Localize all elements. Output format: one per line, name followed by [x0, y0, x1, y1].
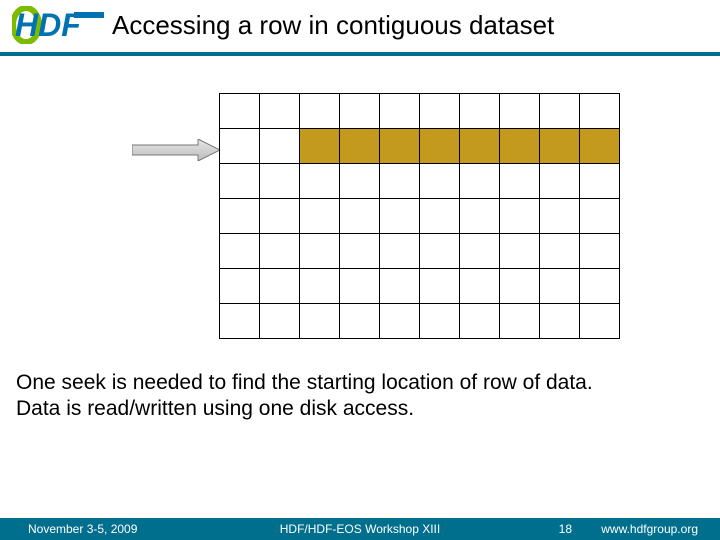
- grid-cell: [339, 233, 380, 269]
- grid-cell: [219, 233, 260, 269]
- grid-cell: [499, 128, 540, 164]
- grid-cell: [539, 93, 580, 129]
- header: HDF Accessing a row in contiguous datase…: [0, 0, 720, 60]
- dataset-grid: [220, 94, 620, 339]
- grid-cell: [299, 268, 340, 304]
- grid-cell: [339, 93, 380, 129]
- grid-cell: [419, 128, 460, 164]
- arrow-icon: [132, 139, 220, 166]
- footer-url: www.hdfgroup.org: [601, 522, 698, 536]
- grid-cell: [299, 93, 340, 129]
- grid-cell: [499, 303, 540, 339]
- grid-cell: [219, 163, 260, 199]
- grid-cell: [219, 198, 260, 234]
- grid-cell: [299, 128, 340, 164]
- grid-cell: [339, 268, 380, 304]
- grid-cell: [539, 163, 580, 199]
- grid-cell: [219, 303, 260, 339]
- grid-cell: [459, 303, 500, 339]
- body-text: One seek is needed to find the starting …: [16, 370, 704, 423]
- grid-cell: [499, 268, 540, 304]
- grid-cell: [379, 128, 420, 164]
- grid-cell: [579, 128, 620, 164]
- grid-cell: [539, 198, 580, 234]
- grid-cell: [579, 93, 620, 129]
- grid-cell: [459, 233, 500, 269]
- grid-cell: [379, 268, 420, 304]
- grid-cell: [339, 128, 380, 164]
- grid-cell: [259, 163, 300, 199]
- grid-cell: [539, 233, 580, 269]
- grid-cell: [219, 268, 260, 304]
- grid-cell: [259, 93, 300, 129]
- grid-cell: [499, 233, 540, 269]
- header-divider: [0, 52, 720, 56]
- grid-cell: [339, 163, 380, 199]
- grid-cell: [379, 198, 420, 234]
- grid-cell: [499, 198, 540, 234]
- grid-cell: [299, 303, 340, 339]
- grid-cell: [579, 233, 620, 269]
- grid-cell: [579, 198, 620, 234]
- grid-cell: [299, 233, 340, 269]
- grid-cell: [379, 303, 420, 339]
- grid-cell: [459, 163, 500, 199]
- grid-cell: [459, 128, 500, 164]
- grid-cell: [579, 268, 620, 304]
- grid-cell: [419, 163, 460, 199]
- grid-cell: [219, 93, 260, 129]
- grid-cell: [499, 93, 540, 129]
- grid-cell: [459, 268, 500, 304]
- grid-cell: [259, 128, 300, 164]
- grid-cell: [259, 303, 300, 339]
- grid-cell: [379, 93, 420, 129]
- grid-cell: [219, 128, 260, 164]
- grid-cell: [339, 198, 380, 234]
- grid-cell: [539, 128, 580, 164]
- slide-title: Accessing a row in contiguous dataset: [112, 10, 554, 41]
- grid-cell: [459, 198, 500, 234]
- hdf-logo-icon: HDF: [12, 6, 104, 49]
- svg-text:HDF: HDF: [15, 7, 82, 43]
- grid-cell: [419, 303, 460, 339]
- grid-cell: [379, 163, 420, 199]
- grid-cell: [539, 303, 580, 339]
- grid-cell: [419, 93, 460, 129]
- slide: HDF Accessing a row in contiguous datase…: [0, 0, 720, 540]
- grid-cell: [579, 163, 620, 199]
- grid-cell: [419, 268, 460, 304]
- grid-cell: [499, 163, 540, 199]
- grid-cell: [459, 93, 500, 129]
- footer-date: November 3-5, 2009: [28, 522, 137, 536]
- grid-cell: [539, 268, 580, 304]
- body-line-1: One seek is needed to find the starting …: [16, 370, 704, 396]
- grid-cell: [299, 163, 340, 199]
- grid-cell: [379, 233, 420, 269]
- grid-cell: [419, 198, 460, 234]
- grid-cell: [259, 233, 300, 269]
- grid-cell: [299, 198, 340, 234]
- grid-cell: [579, 303, 620, 339]
- footer: November 3-5, 2009 HDF/HDF-EOS Workshop …: [0, 518, 720, 540]
- grid-cell: [419, 233, 460, 269]
- grid-cell: [259, 268, 300, 304]
- grid-cell: [259, 198, 300, 234]
- grid-cell: [339, 303, 380, 339]
- body-line-2: Data is read/written using one disk acce…: [16, 396, 704, 422]
- footer-page: 18: [559, 522, 572, 536]
